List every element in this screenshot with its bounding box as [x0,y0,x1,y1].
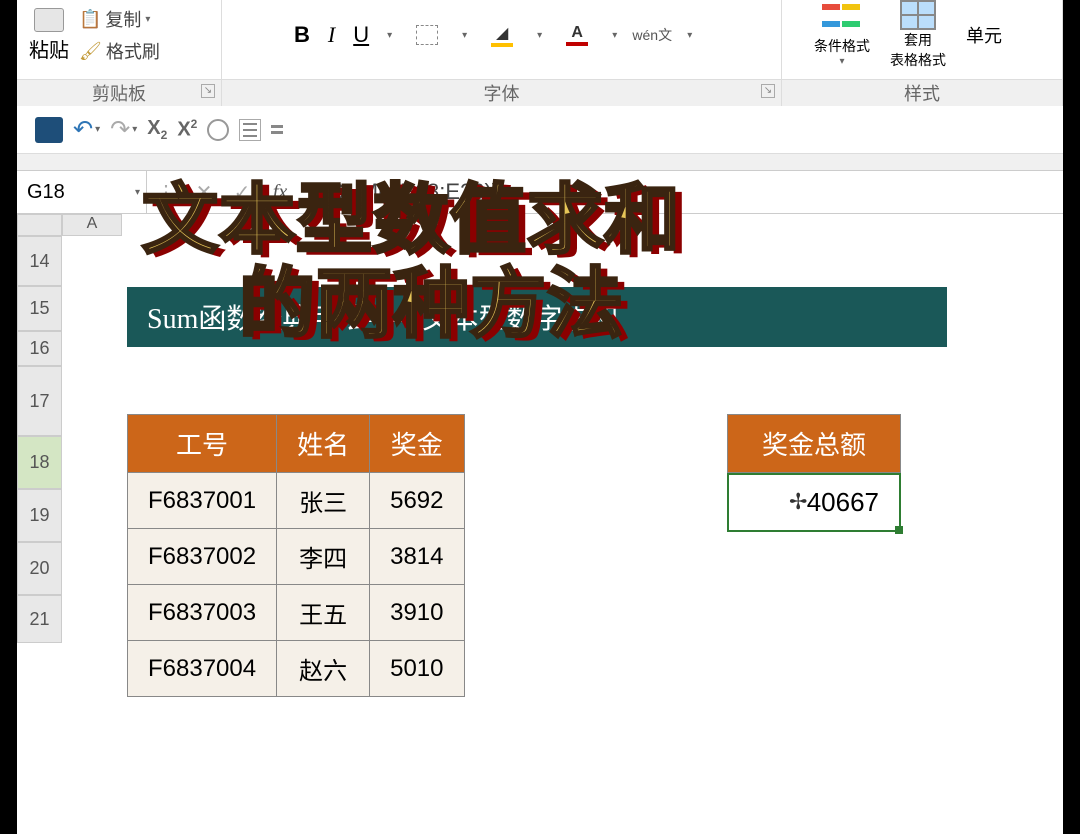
chevron-down-icon[interactable]: ▾ [387,30,392,41]
bold-button[interactable]: B [294,22,310,48]
border-icon [416,25,438,45]
chevron-down-icon[interactable]: ▾ [537,30,542,41]
border-button[interactable] [410,20,444,50]
launcher-icon[interactable]: ↘ [201,84,215,98]
overlay-line1: 文本型数值求和 [142,179,681,263]
superscript-button[interactable]: X2 [177,117,197,142]
row-header[interactable]: 21 [17,595,62,643]
total-value: 40667 [807,487,879,517]
cell-name[interactable]: 李四 [277,529,370,585]
video-overlay-title: 文本型数值求和 的两种方法 [142,179,681,346]
chevron-down-icon[interactable]: ▾ [612,30,617,41]
clipboard-icon [34,8,64,32]
cond-fmt-label: 条件格式 [814,36,870,56]
wen-top: wén [632,27,658,43]
font-color-icon: A [566,24,588,46]
brush-icon: 🖌 [79,41,102,62]
font-group-label: 字体 [484,84,520,104]
table-row[interactable]: F6837001张三5692 [128,473,465,529]
phonetic-button[interactable]: wén文 [635,20,669,50]
cell-name[interactable]: 张三 [277,473,370,529]
table-format-button[interactable]: 套用 表格格式 [890,0,946,70]
wen-bot: 文 [658,25,672,45]
subscript-button[interactable]: X2 [147,117,167,142]
font-color-button[interactable]: A [560,20,594,50]
worksheet[interactable]: A 1415161718192021 Sum函数经典用法——文本型数字求和 文本… [17,214,1063,834]
format-painter-button[interactable]: 🖌 格式刷 [79,38,160,64]
chevron-down-icon: ▾ [145,14,150,25]
table-format-icon [900,0,936,30]
tbl-fmt-label1: 套用 [904,30,932,50]
cond-format-icon [822,4,862,36]
row-header[interactable]: 14 [17,236,62,286]
total-box: 奖金总额 ✢ 40667 [727,414,901,532]
bucket-icon: ◢ [491,23,513,47]
cell-bonus[interactable]: 5692 [370,473,464,529]
cursor-icon: ✢ [789,489,807,515]
row-header[interactable]: 16 [17,331,62,366]
undo-button[interactable]: ↶▾ [73,115,100,144]
fill-handle[interactable] [895,526,903,534]
launcher-icon[interactable]: ↘ [761,84,775,98]
copy-button[interactable]: 📋 复制 ▾ [79,6,160,32]
row-header[interactable]: 17 [17,366,62,436]
copy-label: 复制 [105,6,141,32]
name-box-value: G18 [27,181,65,204]
paste-options-button[interactable] [239,119,261,141]
fill-color-button[interactable]: ◢ [485,20,519,50]
quick-access-toolbar: ↶▾ ↷▾ X2 X2 [17,106,1063,154]
cell-id[interactable]: F6837003 [128,585,277,641]
underline-button[interactable]: U [353,22,369,48]
circle-button[interactable] [207,119,229,141]
chevron-down-icon[interactable]: ▾ [687,30,692,41]
cell-style-label: 单元 [966,22,1002,48]
header-name: 姓名 [277,415,370,473]
chevron-down-icon: ▾ [839,56,844,67]
chevron-down-icon: ▾ [135,187,140,198]
cell-bonus[interactable]: 3814 [370,529,464,585]
header-id: 工号 [128,415,277,473]
customize-button[interactable] [271,122,283,138]
styles-group-label: 样式 [904,84,940,104]
select-all-corner[interactable] [17,214,62,236]
cell-bonus[interactable]: 5010 [370,641,464,697]
header-bonus: 奖金 [370,415,464,473]
table-row[interactable]: F6837004赵六5010 [128,641,465,697]
redo-button[interactable]: ↷▾ [110,115,137,144]
cell-name[interactable]: 王五 [277,585,370,641]
cell-id[interactable]: F6837001 [128,473,277,529]
cell-bonus[interactable]: 3910 [370,585,464,641]
total-cell[interactable]: ✢ 40667 [727,473,901,532]
column-header-A[interactable]: A [62,214,122,236]
italic-button[interactable]: I [328,22,335,48]
cell-id[interactable]: F6837002 [128,529,277,585]
cell-style-button[interactable]: 单元 [966,22,1002,48]
copy-icon: 📋 [79,9,101,30]
ribbon: 粘贴 📋 复制 ▾ 🖌 格式刷 B I [17,0,1063,80]
total-header: 奖金总额 [727,414,901,473]
conditional-format-button[interactable]: 条件格式 ▾ [814,4,870,67]
row-header[interactable]: 18 [17,436,62,489]
paste-button[interactable]: 粘贴 [29,8,69,63]
paste-label: 粘贴 [29,34,69,63]
row-header[interactable]: 20 [17,542,62,595]
tbl-fmt-label2: 表格格式 [890,50,946,70]
cell-id[interactable]: F6837004 [128,641,277,697]
cell-name[interactable]: 赵六 [277,641,370,697]
table-row[interactable]: F6837003王五3910 [128,585,465,641]
save-button[interactable] [35,117,63,143]
format-painter-label: 格式刷 [106,38,160,64]
chevron-down-icon[interactable]: ▾ [462,30,467,41]
data-table[interactable]: 工号 姓名 奖金 F6837001张三5692F6837002李四3814F68… [127,414,465,697]
table-row[interactable]: F6837002李四3814 [128,529,465,585]
row-header[interactable]: 15 [17,286,62,331]
clipboard-group-label: 剪贴板 [92,84,146,104]
name-box[interactable]: G18 ▾ [17,171,147,213]
row-header[interactable]: 19 [17,489,62,542]
ribbon-group-labels: 剪贴板 ↘ 字体 ↘ 样式 [17,80,1063,106]
overlay-line2: 的两种方法 [182,263,681,347]
